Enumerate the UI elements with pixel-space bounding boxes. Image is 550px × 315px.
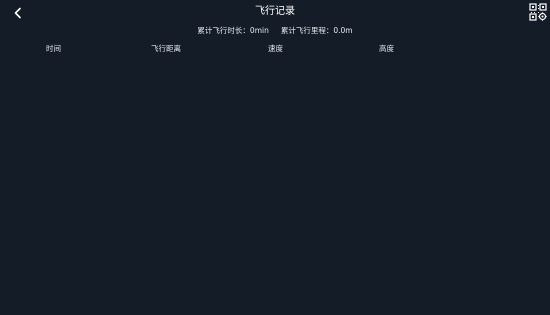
page-title: 飞行记录 — [255, 6, 295, 17]
column-header-time: 时间 — [46, 44, 61, 53]
flight-summary: 累计飞行时长：0min 累计飞行里程：0.0m — [0, 25, 550, 36]
flight-records-screen: 飞行记录 累计飞行时长：0min 累计飞行里程：0.0m 时间 飞行距离 速度 … — [0, 0, 550, 315]
total-distance: 累计飞行里程：0.0m — [280, 26, 353, 35]
records-list — [0, 58, 550, 315]
column-header-speed: 速度 — [268, 44, 283, 53]
table-header: 时间 飞行距离 速度 高度 — [0, 43, 550, 55]
total-duration: 累计飞行时长：0min — [197, 26, 269, 35]
qr-scan-button[interactable] — [529, 3, 547, 21]
qr-scan-icon — [529, 3, 547, 21]
column-header-distance: 飞行距离 — [151, 44, 181, 53]
column-header-altitude: 高度 — [379, 44, 394, 53]
